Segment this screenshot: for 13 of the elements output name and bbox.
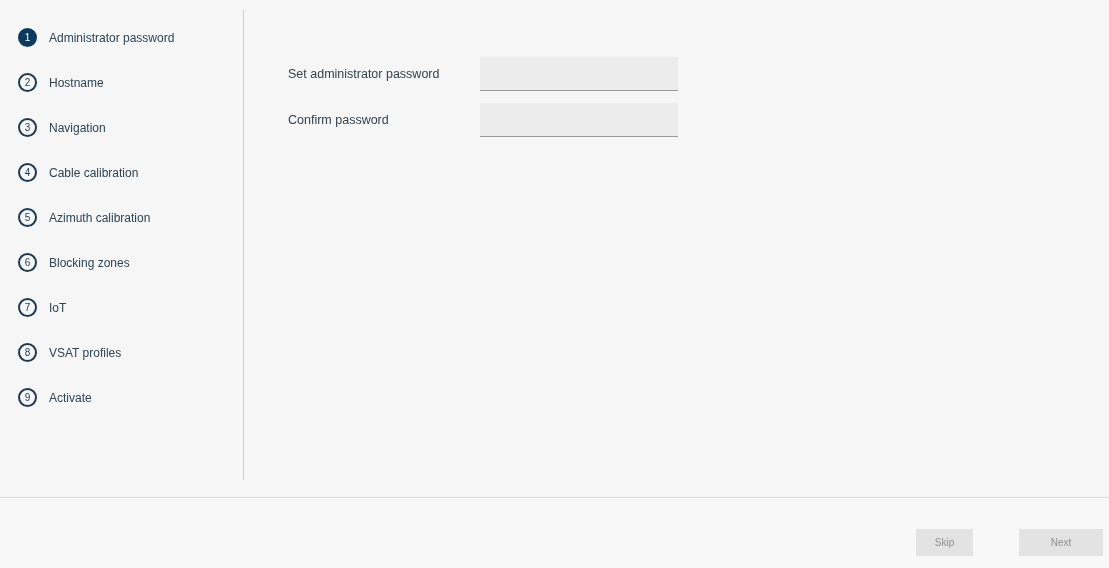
field-label: Set administrator password: [288, 67, 441, 81]
field-label: Confirm password: [288, 113, 390, 127]
step-item[interactable]: 9 Activate: [18, 387, 243, 408]
step-item[interactable]: 2 Hostname: [18, 72, 243, 93]
password-field[interactable]: [480, 57, 678, 91]
step-item[interactable]: 6 Blocking zones: [18, 252, 243, 273]
step-item[interactable]: 8 VSAT profiles: [18, 342, 243, 363]
step-item[interactable]: 5 Azimuth calibration: [18, 207, 243, 228]
step-item[interactable]: 7 IoT: [18, 297, 243, 318]
step-item[interactable]: 3 Navigation: [18, 117, 243, 138]
step-item[interactable]: 4 Cable calibration: [18, 162, 243, 183]
step-item[interactable]: 1 Administrator password: [18, 27, 243, 48]
password-field[interactable]: [480, 103, 678, 137]
